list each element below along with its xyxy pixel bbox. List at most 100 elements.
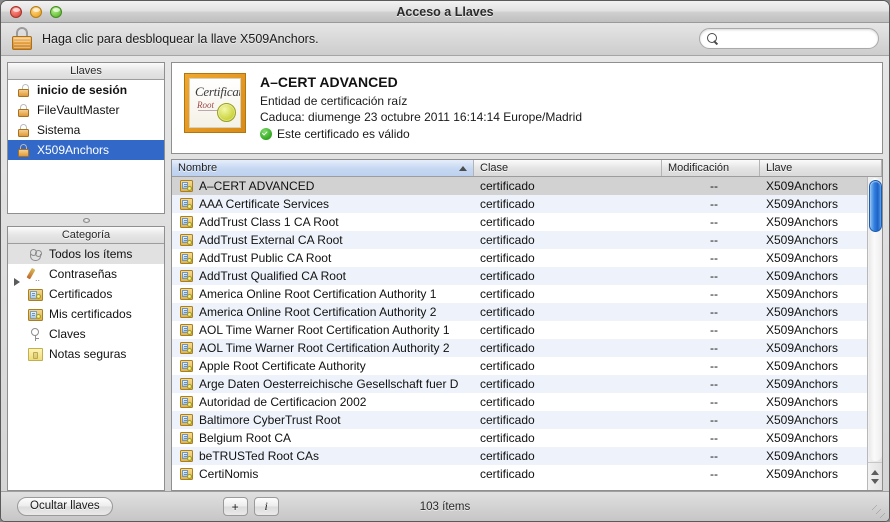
cell-name: AddTrust External CA Root: [172, 233, 474, 247]
table-row[interactable]: AAA Certificate Services certificado -- X50…: [172, 195, 867, 213]
search-icon: [707, 32, 719, 45]
keychain-list: inicio de sesión FileVaultMaster Sistema X5…: [8, 80, 164, 213]
scrollbar-thumb[interactable]: [868, 180, 882, 232]
cell-modification: --: [710, 413, 718, 427]
table-row[interactable]: beTRUSTed Root CAs certificado -- X509Ancho…: [172, 447, 867, 465]
certificate-icon: [180, 396, 193, 408]
cell-class: certificado: [480, 233, 535, 247]
unlock-bar[interactable]: Haga clic para desbloquear la llave X509…: [1, 23, 889, 56]
table-row[interactable]: AOL Time Warner Root Certification Autho…: [172, 321, 867, 339]
scroll-up-arrow-icon[interactable]: [871, 469, 879, 475]
certificate-icon: [180, 414, 193, 426]
traffic-light-group: [1, 5, 62, 18]
column-header-key[interactable]: Llave: [760, 160, 882, 176]
column-header-class[interactable]: Clase: [474, 160, 662, 176]
cell-keychain: X509Anchors: [766, 377, 839, 391]
table-row[interactable]: AddTrust Qualified CA Root certificado -- X…: [172, 267, 867, 285]
cell-name-label: AddTrust Qualified CA Root: [199, 269, 346, 283]
table-row[interactable]: Baltimore CyberTrust Root certificado -- X5…: [172, 411, 867, 429]
cell-class: certificado: [480, 179, 535, 193]
search-field[interactable]: [699, 28, 883, 49]
resize-grip-icon[interactable]: [872, 505, 886, 519]
certificate-icon: [180, 378, 193, 390]
cell-name-label: Baltimore CyberTrust Root: [199, 413, 341, 427]
certificate-icon: [28, 308, 43, 321]
table-row[interactable]: Apple Root Certificate Authority certific…: [172, 357, 867, 375]
table-row[interactable]: Arge Daten Oesterreichische Gesellschaft…: [172, 375, 867, 393]
table-row[interactable]: CertiNomis certificado -- X509Anchors: [172, 465, 867, 483]
hide-keychains-button[interactable]: Ocultar llaves: [17, 497, 113, 516]
category-item-contraseñas[interactable]: .. Contraseñas: [8, 264, 164, 286]
keychain-item-x509anchors[interactable]: X509Anchors: [8, 140, 164, 160]
vertical-scrollbar[interactable]: [867, 177, 882, 490]
category-item-notas-seguras[interactable]: Notas seguras: [8, 344, 164, 364]
cell-name-label: AOL Time Warner Root Certification Autho…: [199, 341, 450, 355]
keychain-item-inicio-de-sesión[interactable]: inicio de sesión: [8, 80, 164, 100]
category-item-certificados[interactable]: Certificados: [8, 284, 164, 304]
certificate-thumb-line1: Certificate: [195, 84, 240, 99]
certificate-icon: [180, 180, 193, 192]
certificate-icon: [180, 270, 193, 282]
category-item-todos-los-ítems[interactable]: Todos los ítems: [8, 244, 164, 264]
bottom-bar: Ocultar llaves + i 103 ítems: [1, 491, 889, 521]
certificate-icon: [180, 450, 193, 462]
cell-class: certificado: [480, 287, 535, 301]
cell-class: certificado: [480, 395, 535, 409]
certificate-icon: [28, 288, 43, 301]
table-row[interactable]: America Online Root Certification Author…: [172, 285, 867, 303]
category-item-mis-certificados[interactable]: Mis certificados: [8, 304, 164, 324]
cell-name-label: Apple Root Certificate Authority: [199, 359, 366, 373]
cell-name: Autoridad de Certificacion 2002: [172, 395, 474, 409]
category-item-label: Contraseñas: [49, 267, 118, 281]
table-body: A–CERT ADVANCED certificado -- X509Anchors A…: [172, 177, 867, 490]
table-row[interactable]: A–CERT ADVANCED certificado -- X509Anchors: [172, 177, 867, 195]
column-header-name[interactable]: Nombre: [172, 160, 474, 176]
cell-keychain: X509Anchors: [766, 305, 839, 319]
cell-name: Baltimore CyberTrust Root: [172, 413, 474, 427]
cell-name: Arge Daten Oesterreichische Gesellschaft…: [172, 377, 474, 391]
column-header-mod[interactable]: Modificación: [662, 160, 760, 176]
title-bar[interactable]: Acceso a Llaves: [1, 1, 889, 23]
table-row[interactable]: AddTrust Class 1 CA Root certificado -- X50…: [172, 213, 867, 231]
table-header-row: Nombre Clase Modificación Llave: [172, 160, 882, 177]
sidebar-splitter[interactable]: [7, 214, 165, 226]
cell-name: America Online Root Certification Author…: [172, 287, 474, 301]
certificate-icon: [180, 324, 193, 336]
cell-name: AddTrust Qualified CA Root: [172, 269, 474, 283]
padlock-locked-icon[interactable]: [11, 27, 33, 51]
cell-modification: --: [710, 395, 718, 409]
item-info-button[interactable]: i: [253, 497, 279, 516]
padlock-locked-icon: [16, 103, 31, 118]
table-row[interactable]: AddTrust Public CA Root certificado -- X509…: [172, 249, 867, 267]
scroll-down-arrow-icon[interactable]: [871, 478, 879, 484]
table-row[interactable]: Autoridad de Certificacion 2002 certifica…: [172, 393, 867, 411]
cell-modification: --: [710, 449, 718, 463]
all-items-icon: [28, 247, 43, 262]
scrollbar-track[interactable]: [868, 178, 882, 461]
keychain-item-filevaultmaster[interactable]: FileVaultMaster: [8, 100, 164, 120]
category-item-claves[interactable]: Claves: [8, 324, 164, 344]
minimize-button[interactable]: [30, 5, 42, 18]
certificate-icon: [180, 252, 193, 264]
cell-class: certificado: [480, 413, 535, 427]
table-row[interactable]: AddTrust External CA Root certificado -- X5…: [172, 231, 867, 249]
certificate-icon: [180, 216, 193, 228]
splitter-grip-icon[interactable]: [82, 217, 90, 223]
zoom-button[interactable]: [50, 5, 62, 18]
keychain-item-sistema[interactable]: Sistema: [8, 120, 164, 140]
close-button[interactable]: [10, 5, 22, 18]
padlock-unlocked-icon: [16, 83, 31, 98]
cell-name: A–CERT ADVANCED: [172, 179, 474, 193]
certificate-thumbnail-icon: Certificate Root: [184, 73, 246, 133]
cell-modification: --: [710, 179, 718, 193]
certificate-thumb-line2: Root: [197, 100, 214, 110]
table-row[interactable]: Belgium Root CA certificado -- X509Anchors: [172, 429, 867, 447]
table-row[interactable]: AOL Time Warner Root Certification Autho…: [172, 339, 867, 357]
cell-name-label: Autoridad de Certificacion 2002: [199, 395, 367, 409]
add-item-button[interactable]: +: [222, 497, 248, 516]
keychain-list-panel: Llaves inicio de sesión FileVaultMaster Si…: [7, 62, 165, 214]
cell-class: certificado: [480, 305, 535, 319]
search-input[interactable]: [719, 32, 883, 45]
table-row[interactable]: America Online Root Certification Author…: [172, 303, 867, 321]
cell-class: certificado: [480, 323, 535, 337]
